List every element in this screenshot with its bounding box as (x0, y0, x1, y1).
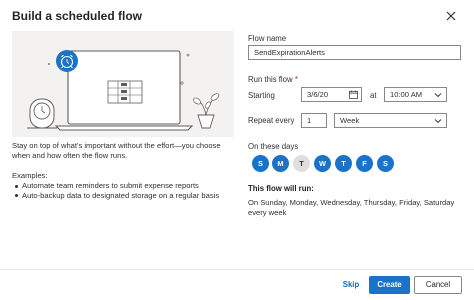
required-mark: * (294, 75, 298, 84)
day-toggle-wednesday[interactable]: W (314, 155, 331, 172)
footer-divider (0, 269, 474, 270)
run-label: Run this flow (248, 75, 293, 84)
chevron-down-icon (434, 119, 442, 124)
dialog-title: Build a scheduled flow (12, 9, 143, 23)
will-run-label: This flow will run: (248, 184, 314, 193)
examples-label: Examples: (12, 171, 48, 180)
day-toggle-friday[interactable]: F (356, 155, 373, 172)
start-time-value: 10:00 AM (390, 90, 423, 99)
create-button[interactable]: Create (369, 276, 410, 294)
start-time-select[interactable]: 10:00 AM (384, 87, 447, 102)
run-this-flow-heading: Run this flow * (248, 75, 298, 84)
illustration-panel (12, 31, 234, 137)
chevron-down-icon (434, 93, 442, 98)
on-these-days-label: On these days (248, 142, 299, 151)
scheduled-flow-dialog: Build a scheduled flow Stay on top of wh… (0, 0, 474, 300)
start-date-value: 3/6/20 (307, 90, 329, 99)
at-label: at (370, 91, 377, 100)
day-toggle-saturday[interactable]: S (377, 155, 394, 172)
plant-illustration (193, 93, 220, 129)
flow-name-label: Flow name (248, 34, 287, 43)
repeat-every-label: Repeat every (248, 116, 295, 125)
repeat-unit-value: Week (340, 116, 360, 125)
flow-description: Stay on top of what's important without … (12, 141, 221, 160)
repeat-count-field[interactable]: 1 (301, 113, 327, 128)
alarm-clock-icon (56, 50, 78, 72)
list-item: Auto-backup data to designated storage o… (12, 191, 242, 201)
flow-name-field[interactable]: SendExpirationAlerts (248, 45, 461, 60)
starting-label: Starting (248, 91, 275, 100)
start-date-picker[interactable]: 3/6/20 (301, 87, 362, 102)
cancel-button[interactable]: Cancel (414, 276, 462, 294)
table-clock-illustration (27, 98, 57, 129)
day-toggle-thursday[interactable]: T (335, 155, 352, 172)
laptop-illustration (27, 50, 220, 131)
skip-button[interactable]: Skip (336, 276, 366, 294)
day-toggle-tuesday[interactable]: T (293, 155, 310, 172)
list-item: Automate team reminders to submit expens… (12, 181, 242, 191)
calendar-icon (349, 90, 358, 99)
repeat-unit-select[interactable]: Week (334, 113, 447, 128)
will-run-summary: On Sunday, Monday, Wednesday, Thursday, … (248, 198, 455, 217)
day-toggle-monday[interactable]: M (272, 155, 289, 172)
close-icon[interactable] (443, 8, 459, 24)
day-toggle-sunday[interactable]: S (252, 155, 269, 172)
examples-list: Automate team reminders to submit expens… (12, 181, 242, 200)
